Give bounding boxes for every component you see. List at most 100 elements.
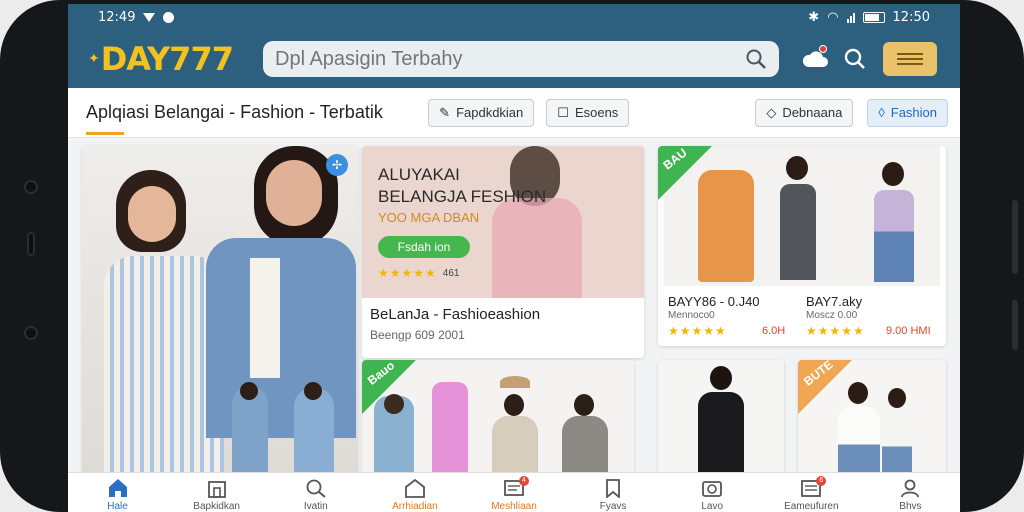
cloud-button[interactable] (795, 39, 835, 79)
promo-subheading: YOO MGA DBAN (378, 210, 480, 225)
product-sub-left: Mennoco0 (668, 310, 715, 321)
shop-icon (207, 481, 226, 498)
nav-search[interactable]: Ivatin (271, 478, 361, 511)
product-price-left: 6.0H (762, 325, 786, 337)
cell-signal-icon (846, 12, 855, 23)
speaker-grille (27, 232, 35, 256)
thumb-icon: ☐ (557, 104, 569, 120)
promo-name: BeLanJa - Fashioeashion (370, 306, 541, 323)
nav-camera[interactable]: Lavo (667, 478, 757, 511)
brand-logo[interactable]: ✦ DAY777 (88, 40, 263, 78)
nav-messages[interactable]: 4 Meshliaan (469, 476, 559, 511)
nav-shop[interactable]: Bapkidkan (172, 478, 262, 511)
promo-button[interactable]: Fsdah ion (378, 236, 470, 258)
white-blouse (882, 410, 912, 476)
grey-jacket (562, 416, 608, 476)
star-rating-icon: ★★★★★ (806, 324, 865, 338)
share-icon[interactable]: ✢ (326, 154, 348, 176)
search-icon (306, 479, 326, 498)
product-name-left: BAYY86 - 0.J40 (668, 294, 760, 309)
promo-rating: ★★★★★ 461 (378, 266, 460, 280)
magnifier-icon (844, 48, 865, 69)
title-row: Aplqiasi Belangai - Fashion - Terbatik ✎… (68, 88, 960, 138)
title-underline (86, 132, 124, 135)
sensor-icon (24, 326, 38, 340)
woman-head-2 (574, 394, 594, 416)
dress-model-head (710, 366, 732, 390)
nav-home[interactable]: Hale (73, 478, 163, 511)
lilac-outfit (874, 190, 914, 282)
camera-icon (24, 180, 38, 194)
black-dress-card[interactable] (658, 360, 784, 476)
product-name-right: BAY7.aky (806, 294, 863, 309)
app-header: ✦ DAY777 (68, 30, 960, 88)
house-icon (404, 478, 425, 498)
search-icon[interactable] (745, 48, 767, 70)
mini-model-2 (294, 388, 334, 476)
message-badge: 4 (518, 476, 529, 486)
chip-debnaana[interactable]: ◇ Debnaana (755, 98, 854, 127)
product-model-head-2 (882, 162, 904, 186)
bookmark-icon (606, 479, 620, 498)
mini-model-head-2 (304, 382, 322, 400)
home-icon (108, 479, 127, 497)
model-face (128, 186, 176, 242)
search-button[interactable] (835, 39, 875, 79)
bottom-nav: Hale Bapkidkan Ivatin Arrhiadian 4 Meshl… (68, 472, 960, 512)
chip-esoens[interactable]: ☐ Esoens (546, 98, 630, 127)
search-bar[interactable] (263, 41, 779, 77)
inner-shirt (250, 258, 280, 378)
status-time: 12:49 (98, 9, 136, 25)
product-model-head (786, 156, 808, 180)
clothing-card[interactable]: Bauo (362, 360, 634, 476)
model-face-2 (266, 160, 322, 226)
white-tee (838, 406, 880, 476)
content-grid: ✢ ALUYAKAI BELANGJA FESHION YOO MGA DBAN… (68, 142, 960, 476)
nav-bookmark[interactable]: Fyavs (568, 478, 658, 511)
battery-icon (862, 11, 885, 23)
product-sub-right: Moscz 0.00 (806, 310, 858, 321)
nav-profile[interactable]: Bhvs (865, 478, 955, 511)
notification-icon (163, 11, 175, 23)
promo-model-top (492, 198, 582, 298)
product-price-right: 9.00 HMI (886, 325, 931, 337)
hat-icon (500, 376, 530, 388)
notification-dot (819, 45, 827, 53)
spark-icon: ✦ (88, 51, 100, 67)
user-icon (901, 479, 920, 498)
wifi-icon: ◠ (827, 9, 839, 25)
promo-heading: ALUYAKAI BELANGJA FESHION (378, 165, 547, 206)
tops-model-head-2 (888, 388, 906, 408)
product-card[interactable]: BAU BAYY86 - 0.J40 BAY7.aky Mennoco0 Mos… (658, 146, 946, 346)
volume-button[interactable] (1012, 200, 1018, 274)
promo-card[interactable]: ALUYAKAI BELANGJA FESHION YOO MGA DBAN F… (362, 146, 644, 358)
power-button[interactable] (1012, 300, 1018, 350)
white-tops-card[interactable]: BUTE (798, 360, 946, 476)
promo-meta: Beengp 609 2001 (370, 328, 465, 342)
black-dress (698, 392, 744, 476)
camera-icon (702, 481, 723, 497)
woman-head (504, 394, 524, 416)
app-screen: 12:49 ✱ ◠ 12:50 ✦ DAY777 Dpl Apasigin Te… (68, 4, 960, 512)
diamond-icon: ◊ (878, 105, 885, 120)
chip-fashion[interactable]: ◊ Fashion (867, 98, 948, 127)
mini-model-head (240, 382, 258, 400)
star-rating-icon: ★★★★★ (378, 266, 437, 280)
search-input[interactable] (275, 47, 715, 71)
status-clock: 12:50 (892, 9, 930, 25)
status-bar: 12:49 ✱ ◠ 12:50 (68, 4, 960, 30)
phone-device: 12:49 ✱ ◠ 12:50 ✦ DAY777 Dpl Apasigin Te… (0, 0, 1024, 512)
star-rating-icon: ★★★★★ (668, 324, 727, 338)
plaid-shirt (780, 184, 816, 280)
signal-icon (143, 12, 156, 22)
chip-fapdkdkian[interactable]: ✎ Fapdkdkian (428, 98, 535, 127)
nav-list[interactable]: 6 Eameufuren (766, 476, 856, 511)
list-badge: 6 (816, 476, 827, 486)
bluetooth-icon: ✱ (808, 9, 820, 25)
menu-button[interactable] (883, 42, 937, 76)
tag-icon: ✎ (439, 104, 451, 120)
page-title: Aplqiasi Belangai - Fashion - Terbatik (86, 102, 383, 122)
nav-house[interactable]: Arrhiadian (370, 478, 460, 511)
hero-banner[interactable]: ✢ (82, 146, 358, 476)
pink-dress (432, 382, 468, 476)
